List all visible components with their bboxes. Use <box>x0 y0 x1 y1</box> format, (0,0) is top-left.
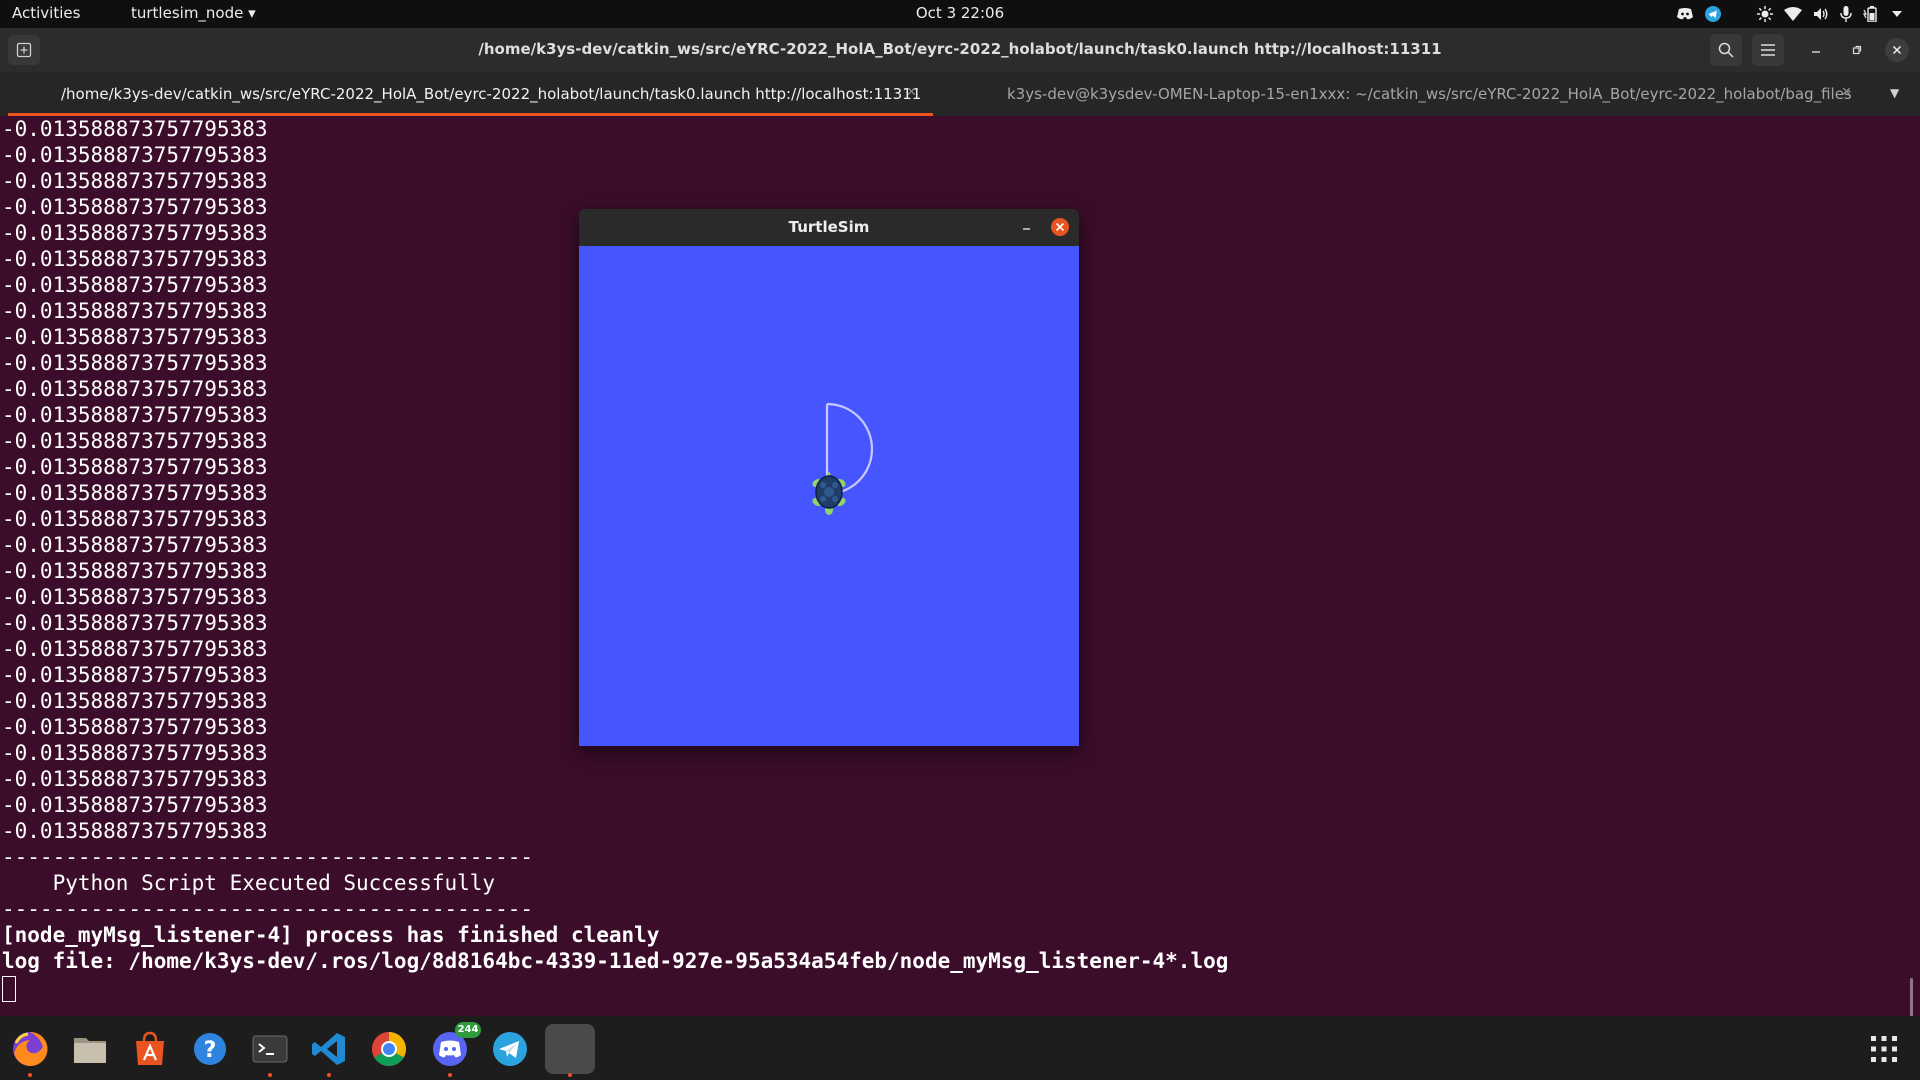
firefox-icon <box>13 1031 48 1066</box>
terminal-line: Python Script Executed Successfully <box>2 871 496 895</box>
clock[interactable]: Oct 3 22:06 <box>0 4 1920 22</box>
help-icon: ? <box>194 1033 226 1065</box>
tabs-menu-chevron-down-icon[interactable]: ▼ <box>1890 86 1899 100</box>
terminal-line: log file: /home/k3ys-dev/.ros/log/8d8164… <box>2 949 1229 973</box>
brightness-icon[interactable] <box>1757 6 1773 22</box>
terminal-line: -0.013588873757795383 <box>2 117 268 141</box>
dock-turtlesim[interactable] <box>545 1024 595 1077</box>
volume-icon[interactable] <box>1813 7 1829 21</box>
dock-help[interactable]: ? <box>185 1024 235 1074</box>
dock-terminal[interactable] <box>245 1024 295 1077</box>
minimize-button[interactable] <box>1804 38 1828 62</box>
battery-icon[interactable] <box>1863 6 1881 22</box>
turtlesim-canvas <box>579 246 1079 746</box>
files-icon <box>74 1038 106 1063</box>
close-icon <box>1055 222 1065 232</box>
turtlesim-window[interactable]: TurtleSim <box>579 209 1079 746</box>
minimize-icon <box>1023 228 1030 230</box>
turtlesim-title: TurtleSim <box>788 218 870 236</box>
terminal-line: ----------------------------------------… <box>2 845 534 869</box>
tab-launch[interactable]: /home/k3ys-dev/catkin_ws/src/eYRC-2022_H… <box>0 72 933 116</box>
telegram-icon <box>493 1032 527 1066</box>
turtlesim-titlebar[interactable]: TurtleSim <box>579 209 1079 246</box>
search-icon <box>1718 42 1734 58</box>
terminal-line: ----------------------------------------… <box>2 897 534 921</box>
window-title: /home/k3ys-dev/catkin_ws/src/eYRC-2022_H… <box>478 40 1442 58</box>
restore-icon <box>1852 45 1862 55</box>
turtle-sprite <box>812 471 846 515</box>
hamburger-menu-button[interactable] <box>1752 34 1784 66</box>
turtlesim-close-button[interactable] <box>1051 218 1069 236</box>
discord-tray-icon[interactable] <box>1676 7 1694 21</box>
hamburger-icon <box>1761 44 1775 56</box>
terminal-line: -0.013588873757795383 <box>2 169 268 193</box>
running-indicator <box>268 1073 272 1077</box>
terminal-line: -0.013588873757795383 <box>2 767 268 791</box>
close-window-button[interactable] <box>1885 38 1909 62</box>
terminal-line: -0.013588873757795383 <box>2 143 268 167</box>
top-bar: Activities turtlesim_node ▾ Oct 3 22:06 <box>0 0 1920 28</box>
tab-label: /home/k3ys-dev/catkin_ws/src/eYRC-2022_H… <box>61 85 922 103</box>
terminal-cursor <box>2 976 16 1002</box>
turtlesim-icon <box>550 1029 590 1069</box>
minimize-icon <box>1812 51 1820 53</box>
dock-chrome[interactable] <box>364 1024 414 1074</box>
app-center-icon <box>136 1031 164 1065</box>
notification-badge: 244 <box>455 1022 481 1038</box>
dock-app-center[interactable] <box>125 1024 175 1074</box>
terminal-line: [node_myMsg_listener-4] process has fini… <box>2 923 660 947</box>
system-tray[interactable] <box>1676 0 1902 28</box>
dock-vscode[interactable] <box>304 1024 354 1077</box>
tab-close-icon[interactable]: ✕ <box>906 85 917 100</box>
running-indicator <box>327 1073 331 1077</box>
terminal-line: -0.013588873757795383 <box>2 819 268 843</box>
terminal-headerbar: /home/k3ys-dev/catkin_ws/src/eYRC-2022_H… <box>0 28 1920 72</box>
app-grid-icon <box>1871 1036 1897 1062</box>
close-icon <box>1892 45 1902 55</box>
turtlesim-minimize-button[interactable] <box>1017 217 1037 237</box>
tab-bar: /home/k3ys-dev/catkin_ws/src/eYRC-2022_H… <box>0 72 1920 116</box>
terminal-line: -0.013588873757795383 <box>2 793 268 817</box>
running-indicator <box>28 1073 32 1077</box>
tab-bag-files[interactable]: k3ys-dev@k3ysdev-OMEN-Laptop-15-en1xxx: … <box>933 72 1853 116</box>
tab-close-icon[interactable]: ✕ <box>1841 85 1852 100</box>
dock-telegram[interactable] <box>485 1024 535 1074</box>
maximize-button[interactable] <box>1845 38 1869 62</box>
chrome-icon <box>372 1032 406 1066</box>
running-indicator <box>568 1073 572 1077</box>
terminal-scrollbar[interactable] <box>1910 978 1913 1018</box>
telegram-tray-icon[interactable] <box>1705 6 1721 22</box>
microphone-icon[interactable] <box>1840 6 1852 22</box>
show-applications-button[interactable] <box>1866 1031 1902 1067</box>
terminal-icon <box>252 1035 288 1063</box>
dock-firefox[interactable] <box>5 1024 55 1077</box>
turtlesim-drawing <box>812 402 874 515</box>
search-button[interactable] <box>1710 34 1742 66</box>
dock: ? 244 <box>0 1016 1920 1080</box>
dock-files[interactable] <box>65 1024 115 1074</box>
system-menu-arrow-icon[interactable] <box>1892 10 1902 18</box>
vscode-icon <box>312 1033 345 1065</box>
svg-text:?: ? <box>204 1038 217 1063</box>
dock-discord[interactable]: 244 <box>425 1022 481 1077</box>
wifi-icon[interactable] <box>1784 7 1802 21</box>
running-indicator <box>448 1073 452 1077</box>
tab-label: k3ys-dev@k3ysdev-OMEN-Laptop-15-en1xxx: … <box>1007 85 1852 103</box>
